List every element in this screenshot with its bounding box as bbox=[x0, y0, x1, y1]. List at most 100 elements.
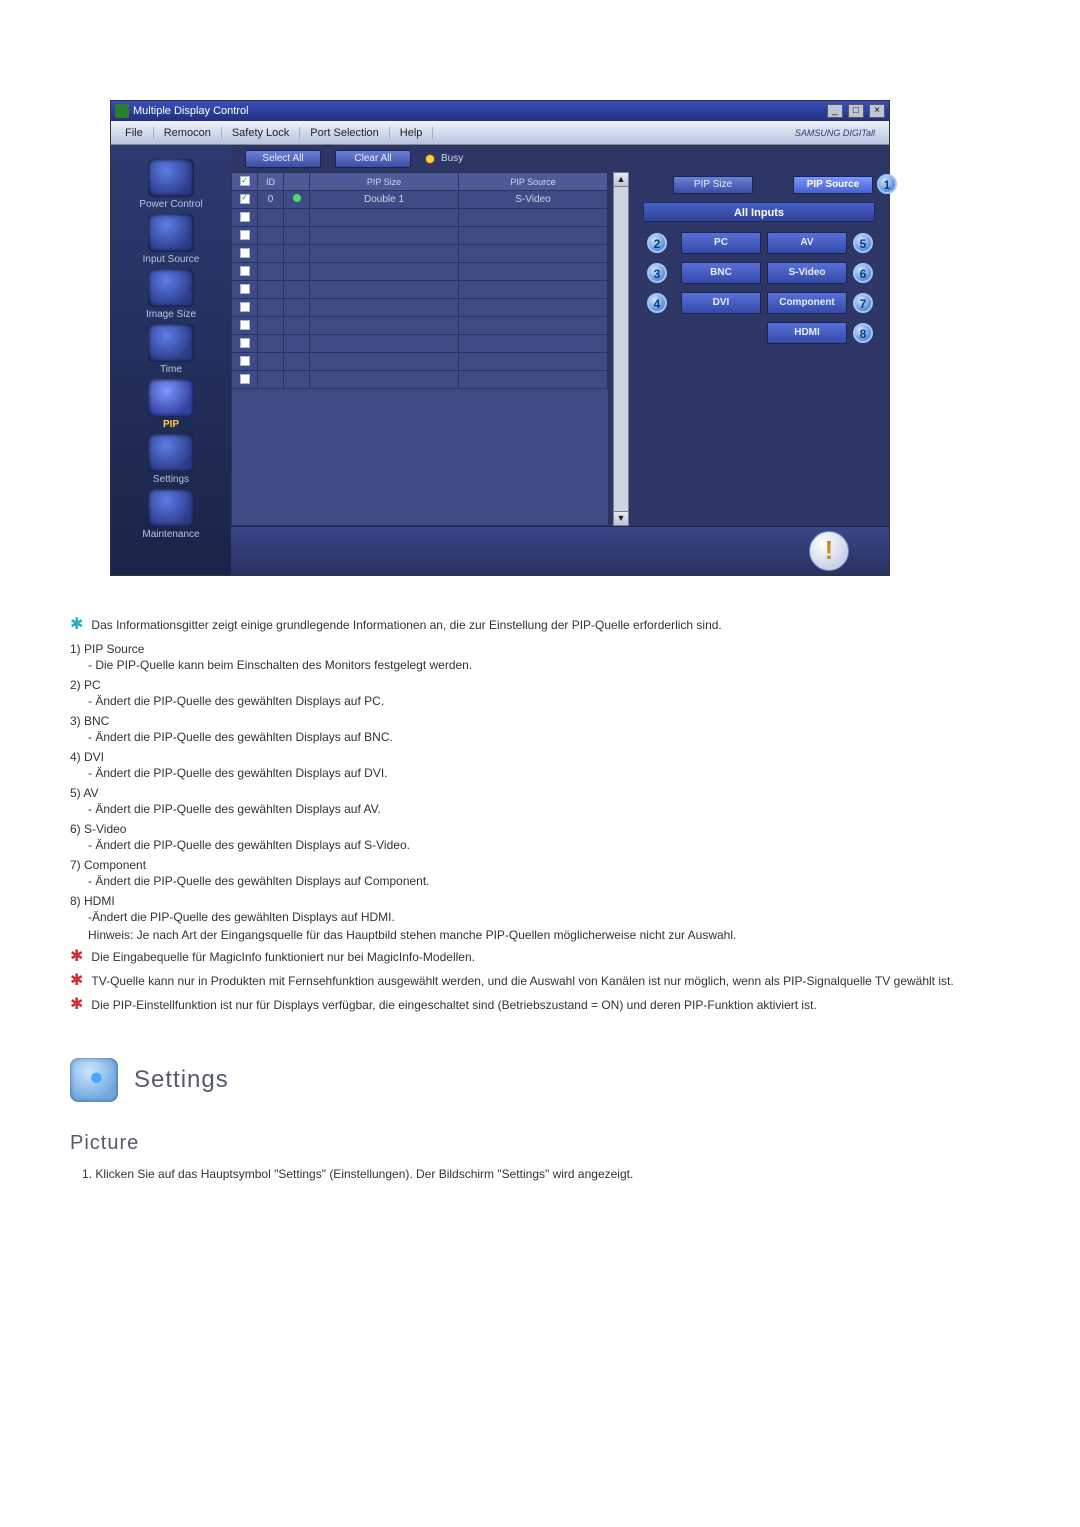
col-status[interactable] bbox=[284, 173, 310, 191]
numbered-note-detail: - Die PIP-Quelle kann beim Einschalten d… bbox=[88, 658, 1010, 672]
sidebar-item-settings[interactable]: Settings bbox=[111, 434, 231, 485]
menu-port-selection[interactable]: Port Selection bbox=[300, 127, 389, 139]
callout-1: 1 bbox=[877, 174, 897, 194]
star-icon: ✱ bbox=[70, 617, 83, 633]
alert-icon: ! bbox=[809, 531, 849, 571]
callout-5: 5 bbox=[853, 233, 873, 253]
numbered-note: 8) HDMI bbox=[70, 892, 1010, 910]
sidebar-label: Power Control bbox=[111, 199, 231, 210]
row-checkbox[interactable] bbox=[240, 230, 250, 240]
app-icon bbox=[115, 104, 129, 118]
table-row[interactable] bbox=[232, 227, 608, 245]
busy-indicator: Busy bbox=[425, 153, 463, 164]
table-row[interactable] bbox=[232, 245, 608, 263]
numbered-note: 6) S-Video bbox=[70, 820, 1010, 838]
numbered-note-detail: - Ändert die PIP-Quelle des gewählten Di… bbox=[88, 730, 1010, 744]
row-checkbox[interactable] bbox=[240, 248, 250, 258]
maintenance-icon bbox=[148, 489, 194, 527]
callout-7: 7 bbox=[853, 293, 873, 313]
hint-note: Hinweis: Je nach Art der Eingangsquelle … bbox=[88, 928, 1010, 942]
minimize-button[interactable]: _ bbox=[827, 104, 843, 118]
checkbox-header[interactable] bbox=[240, 176, 250, 186]
all-inputs-label: All Inputs bbox=[643, 202, 875, 222]
table-row[interactable] bbox=[232, 299, 608, 317]
sidebar-item-input-source[interactable]: Input Source bbox=[111, 214, 231, 265]
maximize-button[interactable]: □ bbox=[848, 104, 864, 118]
close-button[interactable]: × bbox=[869, 104, 885, 118]
row-checkbox[interactable] bbox=[240, 302, 250, 312]
callout-2: 2 bbox=[647, 233, 667, 253]
dvi-button[interactable]: DVI bbox=[681, 292, 761, 314]
row-checkbox[interactable] bbox=[240, 266, 250, 276]
numbered-note-detail: - Ändert die PIP-Quelle des gewählten Di… bbox=[88, 694, 1010, 708]
pc-button[interactable]: PC bbox=[681, 232, 761, 254]
table-row[interactable] bbox=[232, 371, 608, 389]
sidebar-item-maintenance[interactable]: Maintenance bbox=[111, 489, 231, 540]
row-checkbox[interactable] bbox=[240, 194, 250, 204]
picture-step: 1. Klicken Sie auf das Hauptsymbol "Sett… bbox=[82, 1167, 1010, 1181]
sidebar-item-power-control[interactable]: Power Control bbox=[111, 159, 231, 210]
pip-source-tab[interactable]: PIP Source bbox=[793, 176, 873, 194]
col-pip-source[interactable]: PIP Source bbox=[459, 173, 608, 191]
menu-file[interactable]: File bbox=[115, 127, 154, 139]
hdmi-button[interactable]: HDMI bbox=[767, 322, 847, 344]
av-button[interactable]: AV bbox=[767, 232, 847, 254]
numbered-note: 3) BNC bbox=[70, 712, 1010, 730]
time-icon bbox=[148, 324, 194, 362]
numbered-note-detail: - Ändert die PIP-Quelle des gewählten Di… bbox=[88, 802, 1010, 816]
svideo-button[interactable]: S-Video bbox=[767, 262, 847, 284]
sidebar-label: Settings bbox=[111, 474, 231, 485]
intro-note: Das Informationsgitter zeigt einige grun… bbox=[91, 616, 721, 634]
row-checkbox[interactable] bbox=[240, 356, 250, 366]
title-bar[interactable]: Multiple Display Control _ □ × bbox=[111, 101, 889, 121]
window-buttons: _ □ × bbox=[825, 104, 885, 118]
table-row[interactable] bbox=[232, 353, 608, 371]
col-id[interactable]: ID bbox=[258, 173, 284, 191]
col-pip-size[interactable]: PIP Size bbox=[310, 173, 459, 191]
pip-size-tab[interactable]: PIP Size bbox=[673, 176, 753, 194]
menu-bar: File Remocon Safety Lock Port Selection … bbox=[111, 121, 889, 145]
sidebar: Power Control Input Source Image Size Ti… bbox=[111, 145, 231, 575]
busy-text: Busy bbox=[441, 153, 463, 164]
numbered-note-detail: - Ändert die PIP-Quelle des gewählten Di… bbox=[88, 838, 1010, 852]
scroll-up-icon[interactable]: ▲ bbox=[614, 173, 628, 187]
table-row[interactable] bbox=[232, 281, 608, 299]
row-checkbox[interactable] bbox=[240, 374, 250, 384]
sidebar-label: PIP bbox=[111, 419, 231, 430]
table-row[interactable] bbox=[232, 209, 608, 227]
callout-3: 3 bbox=[647, 263, 667, 283]
scroll-track[interactable] bbox=[614, 187, 628, 510]
table-row[interactable] bbox=[232, 335, 608, 353]
table-row[interactable] bbox=[232, 317, 608, 335]
footer-bar: ! bbox=[231, 526, 889, 575]
star-icon: ✱ bbox=[70, 997, 83, 1013]
numbered-note-detail: - Ändert die PIP-Quelle des gewählten Di… bbox=[88, 766, 1010, 780]
component-button[interactable]: Component bbox=[767, 292, 847, 314]
clear-all-button[interactable]: Clear All bbox=[335, 150, 411, 168]
input-source-icon bbox=[148, 214, 194, 252]
table-row[interactable]: 0 Double 1 S-Video bbox=[232, 191, 608, 209]
menu-remocon[interactable]: Remocon bbox=[154, 127, 222, 139]
numbered-note: 1) PIP Source bbox=[70, 640, 1010, 658]
row-checkbox[interactable] bbox=[240, 320, 250, 330]
menu-safety-lock[interactable]: Safety Lock bbox=[222, 127, 300, 139]
menu-help[interactable]: Help bbox=[390, 127, 434, 139]
table-row[interactable] bbox=[232, 263, 608, 281]
cell-id: 0 bbox=[258, 191, 284, 209]
row-checkbox[interactable] bbox=[240, 338, 250, 348]
settings-heading-block: Settings bbox=[70, 1058, 1010, 1102]
image-size-icon bbox=[148, 269, 194, 307]
grid-scrollbar[interactable]: ▲ ▼ bbox=[613, 172, 629, 525]
bnc-button[interactable]: BNC bbox=[681, 262, 761, 284]
callout-4: 4 bbox=[647, 293, 667, 313]
sidebar-item-image-size[interactable]: Image Size bbox=[111, 269, 231, 320]
sidebar-item-pip[interactable]: PIP bbox=[111, 379, 231, 430]
display-grid: ID PIP Size PIP Source 0 Double 1 S-Vide… bbox=[231, 172, 609, 525]
row-checkbox[interactable] bbox=[240, 284, 250, 294]
numbered-note: 4) DVI bbox=[70, 748, 1010, 766]
select-all-button[interactable]: Select All bbox=[245, 150, 321, 168]
row-checkbox[interactable] bbox=[240, 212, 250, 222]
scroll-down-icon[interactable]: ▼ bbox=[614, 511, 628, 525]
sidebar-item-time[interactable]: Time bbox=[111, 324, 231, 375]
status-dot-icon bbox=[293, 194, 301, 202]
